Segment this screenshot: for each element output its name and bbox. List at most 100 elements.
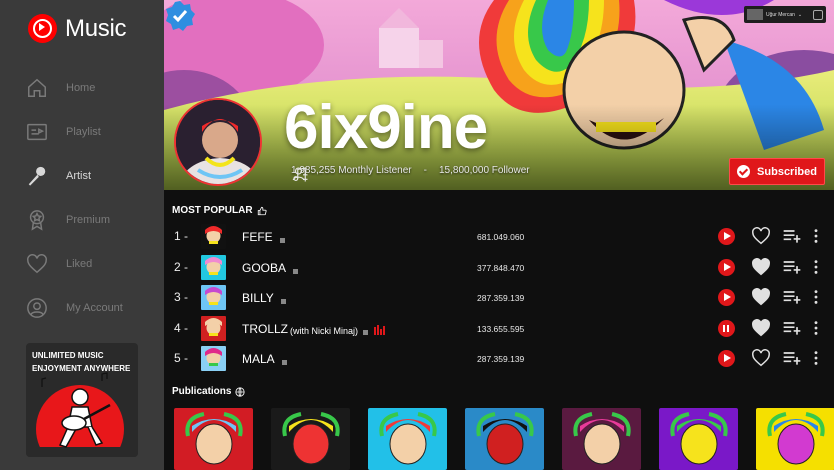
like-heart-icon[interactable] bbox=[751, 227, 771, 245]
app-name: Music bbox=[65, 14, 127, 42]
track-rank: 5 - bbox=[174, 351, 189, 365]
thumbs-up-icon bbox=[257, 206, 267, 215]
publication-card[interactable] bbox=[756, 408, 834, 470]
track-title[interactable]: BILLY bbox=[242, 291, 286, 305]
track-rank: 2 - bbox=[174, 259, 189, 274]
track-title[interactable]: FEFE bbox=[242, 230, 285, 244]
play-button[interactable] bbox=[718, 289, 735, 306]
publication-card[interactable] bbox=[659, 408, 738, 470]
equalizer-icon bbox=[374, 324, 386, 335]
more-options-icon[interactable] bbox=[812, 259, 820, 275]
chevron-down-icon: ⌄ bbox=[797, 11, 803, 18]
sidebar-item-label: Home bbox=[66, 82, 96, 94]
app-logo[interactable]: Music bbox=[28, 14, 126, 43]
publication-card[interactable] bbox=[174, 408, 253, 470]
more-options-icon[interactable] bbox=[812, 320, 820, 336]
sidebar-nav: Home Playlist Artist Premium Liked My Ac… bbox=[0, 66, 164, 330]
track-row[interactable]: 5 - MALA 287.359.139 bbox=[164, 343, 834, 374]
like-heart-icon[interactable] bbox=[751, 318, 771, 337]
track-cover bbox=[201, 254, 226, 280]
publication-card[interactable] bbox=[271, 408, 350, 470]
sidebar-item-label: Playlist bbox=[66, 126, 101, 138]
track-row[interactable]: 4 - TROLLZ (with Nicki Minaj) 133.655.595 bbox=[164, 313, 834, 344]
music-logo-icon bbox=[28, 14, 57, 43]
sidebar-item-label: Artist bbox=[66, 170, 92, 182]
track-play-count: 133.655.595 bbox=[477, 323, 525, 334]
artist-name: 6ix9ine bbox=[284, 93, 488, 162]
user-name: Uğur Mercan bbox=[766, 11, 795, 18]
globe-icon bbox=[235, 386, 246, 397]
explicit-tag-icon bbox=[281, 360, 287, 365]
track-list: 1 - FEFE 681.049.060 2 - GOOBA 377.848.470 3 -… bbox=[164, 221, 834, 374]
track-row[interactable]: 2 - GOOBA 377.848.470 bbox=[164, 252, 834, 283]
sidebar: Music Home Playlist Artist Premium Liked… bbox=[0, 0, 164, 470]
account-icon bbox=[813, 9, 823, 20]
track-play-count: 681.049.060 bbox=[477, 232, 525, 242]
track-row[interactable]: 3 - BILLY 287.359.139 bbox=[164, 282, 834, 313]
add-to-queue-icon[interactable] bbox=[782, 320, 802, 336]
track-title[interactable]: TROLLZ (with Nicki Minaj) bbox=[242, 322, 386, 336]
user-menu[interactable]: Uğur Mercan ⌄ bbox=[744, 6, 826, 23]
track-cover bbox=[201, 346, 226, 371]
publication-card[interactable] bbox=[562, 408, 641, 470]
like-heart-icon[interactable] bbox=[751, 349, 771, 367]
section-title-text: MOST POPULAR bbox=[172, 205, 253, 216]
follower-count: 15,800,000 Follower bbox=[438, 165, 530, 176]
heart-icon bbox=[26, 253, 48, 275]
like-heart-icon[interactable] bbox=[751, 257, 771, 276]
home-icon bbox=[26, 77, 48, 99]
sidebar-item-home[interactable]: Home bbox=[0, 66, 164, 110]
add-to-queue-icon[interactable] bbox=[782, 228, 802, 244]
track-title[interactable]: MALA bbox=[242, 352, 287, 366]
add-to-queue-icon[interactable] bbox=[782, 350, 802, 366]
track-play-count: 287.359.139 bbox=[477, 293, 525, 303]
play-button[interactable] bbox=[718, 350, 735, 367]
publication-card[interactable] bbox=[465, 408, 544, 470]
premium-promo-card[interactable]: UNLIMITED MUSIC ENJOYMENT ANYWHERE bbox=[26, 343, 138, 457]
play-button[interactable] bbox=[718, 258, 735, 276]
user-circle-icon bbox=[26, 297, 48, 319]
premium-badge-icon bbox=[26, 209, 48, 231]
track-title[interactable]: GOOBA bbox=[242, 261, 299, 275]
most-popular-heading: MOST POPULAR bbox=[172, 205, 267, 216]
publications-heading: Publications bbox=[172, 386, 246, 397]
track-row[interactable]: 1 - FEFE 681.049.060 bbox=[164, 221, 834, 252]
explicit-tag-icon bbox=[293, 268, 299, 274]
main-content: Uğur Mercan ⌄ 6ix9ine 1,985,255 Monthly … bbox=[164, 0, 834, 470]
explicit-tag-icon bbox=[363, 329, 369, 335]
sidebar-item-playlist[interactable]: Playlist bbox=[0, 110, 164, 154]
track-cover bbox=[201, 224, 226, 249]
like-heart-icon[interactable] bbox=[751, 288, 771, 306]
track-rank: 1 - bbox=[174, 229, 189, 243]
check-circle-icon bbox=[737, 165, 751, 178]
stats-separator: - bbox=[423, 165, 427, 176]
add-to-queue-icon[interactable] bbox=[782, 259, 802, 275]
track-cover bbox=[201, 315, 226, 341]
playlist-icon bbox=[26, 121, 48, 143]
track-rank: 3 - bbox=[174, 290, 189, 304]
artist-stats: 1,985,255 Monthly Listener - 15,800,000 … bbox=[291, 165, 530, 182]
subscribe-label: Subscribed bbox=[757, 165, 817, 178]
more-options-icon[interactable] bbox=[812, 228, 820, 244]
publication-card[interactable] bbox=[368, 408, 447, 470]
promo-text: UNLIMITED MUSIC ENJOYMENT ANYWHERE bbox=[32, 351, 131, 373]
more-options-icon[interactable] bbox=[812, 289, 820, 305]
sidebar-item-artist[interactable]: Artist bbox=[0, 154, 164, 198]
user-thumbnail bbox=[747, 9, 763, 20]
monthly-listener-count: 1,985,255 Monthly Listener bbox=[291, 165, 412, 176]
pause-button[interactable] bbox=[718, 319, 735, 337]
sidebar-item-label: Premium bbox=[66, 214, 111, 226]
microphone-icon bbox=[26, 165, 48, 187]
track-play-count: 377.848.470 bbox=[477, 262, 525, 273]
play-button[interactable] bbox=[718, 228, 735, 245]
sidebar-item-premium[interactable]: Premium bbox=[0, 198, 164, 242]
sidebar-item-my-account[interactable]: My Account bbox=[0, 286, 164, 330]
add-to-queue-icon[interactable] bbox=[782, 289, 802, 305]
subscribed-button[interactable]: Subscribed bbox=[729, 158, 825, 185]
sidebar-item-liked[interactable]: Liked bbox=[0, 242, 164, 286]
artist-banner: Uğur Mercan ⌄ 6ix9ine 1,985,255 Monthly … bbox=[164, 0, 834, 190]
section-title-text: Publications bbox=[172, 386, 232, 397]
more-options-icon[interactable] bbox=[812, 350, 820, 366]
explicit-tag-icon bbox=[280, 299, 286, 304]
track-rank: 4 - bbox=[174, 320, 189, 335]
